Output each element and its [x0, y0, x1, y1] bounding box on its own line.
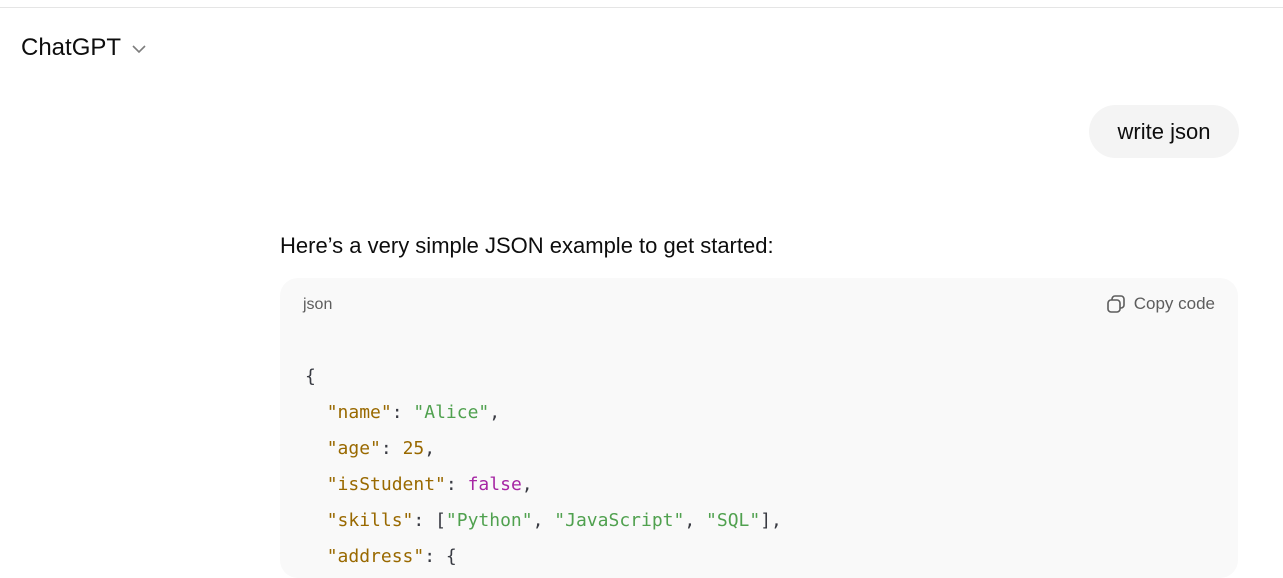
code-token: "age" — [326, 438, 381, 459]
assistant-intro-text: Here’s a very simple JSON example to get… — [280, 233, 774, 258]
code-token: , — [489, 402, 501, 423]
code-token: "JavaScript" — [554, 510, 685, 531]
code-line: "address": { — [305, 539, 782, 575]
copy-code-label: Copy code — [1133, 294, 1215, 313]
code-line: "name": "Alice", — [305, 395, 782, 431]
code-token: , — [521, 474, 533, 495]
code-token: "Python" — [445, 510, 533, 531]
code-line: { — [305, 359, 782, 395]
code-token: { — [305, 366, 316, 387]
code-token: "name" — [326, 402, 392, 423]
code-token: "Alice" — [413, 402, 490, 423]
code-token: : { — [424, 546, 457, 567]
code-token: : — [445, 474, 468, 495]
model-selector[interactable]: ChatGPT — [21, 34, 147, 62]
copy-icon — [1106, 295, 1125, 313]
code-token: : — [380, 438, 403, 459]
code-line: "age": 25, — [305, 431, 782, 467]
user-message-bubble: write json — [1089, 105, 1239, 158]
code-line: "skills": ["Python", "JavaScript", "SQL"… — [305, 503, 782, 539]
code-content: { "name": "Alice", "age": 25, "isStudent… — [305, 359, 782, 575]
code-token: false — [467, 474, 522, 495]
code-line: "isStudent": false, — [305, 467, 782, 503]
model-title: ChatGPT — [21, 34, 122, 61]
code-token: : — [391, 402, 414, 423]
code-token: , — [424, 438, 436, 459]
chevron-down-icon — [132, 45, 146, 54]
code-token: "SQL" — [706, 510, 761, 531]
code-token: , — [684, 510, 707, 531]
code-token: "isStudent" — [326, 474, 446, 495]
top-divider — [0, 7, 1283, 8]
code-token: "skills" — [326, 510, 414, 531]
code-language-label: json — [303, 296, 333, 313]
code-token: ], — [760, 510, 782, 531]
code-token: 25 — [402, 438, 425, 459]
user-message-text: write json — [1117, 118, 1211, 144]
code-token: , — [532, 510, 555, 531]
code-token: : [ — [413, 510, 446, 531]
copy-code-button[interactable]: Copy code — [1106, 294, 1215, 314]
code-token: "address" — [326, 546, 425, 567]
code-block: json Copy code { "name": "Alice", "age":… — [280, 278, 1238, 578]
